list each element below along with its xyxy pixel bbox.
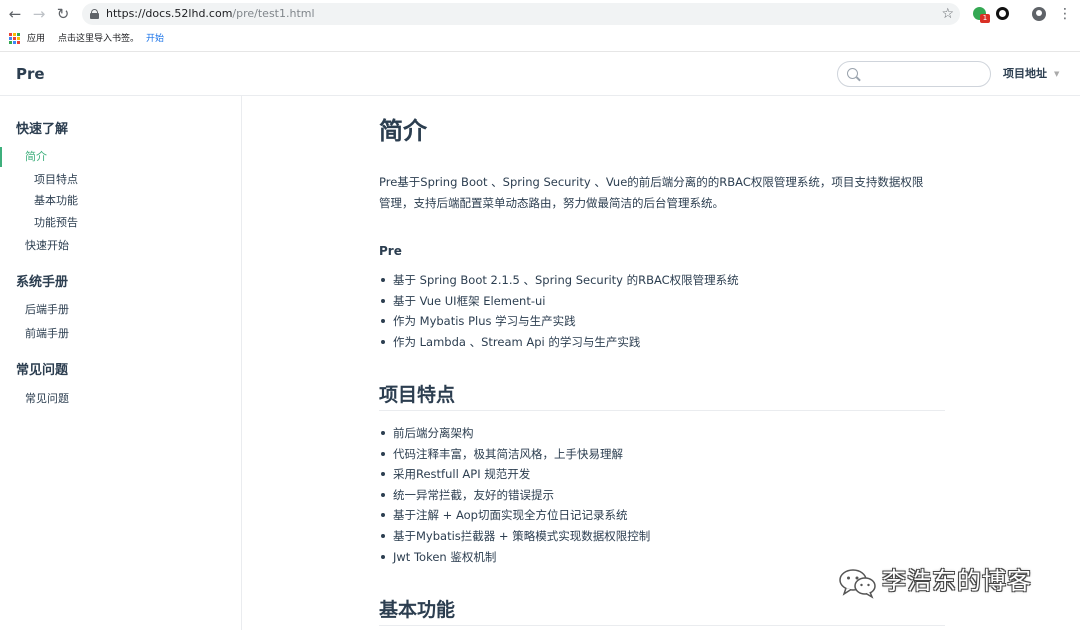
sidebar-item-getting-started[interactable]: 快速开始: [25, 238, 69, 254]
back-arrow-icon[interactable]: ←: [6, 5, 24, 23]
pre-list: 基于 Spring Boot 2.1.5 、Spring Security 的R…: [379, 270, 739, 352]
list-item: 代码注释丰富，极其简洁风格，上手快易理解: [379, 444, 650, 465]
search-icon: [847, 68, 858, 79]
browser-menu-icon[interactable]: ⋮: [1058, 5, 1072, 23]
apps-dot: [9, 33, 12, 36]
heading-divider: [379, 625, 945, 626]
list-item: Jwt Token 鉴权机制: [379, 547, 650, 568]
apps-dot: [17, 41, 20, 44]
ring-extension-icon[interactable]: [996, 7, 1009, 20]
browser-toolbar: ← → ↻ https://docs.52lhd.com/pre/test1.h…: [0, 0, 1080, 28]
heading-divider: [379, 410, 945, 411]
url-text[interactable]: https://docs.52lhd.com/pre/test1.html: [106, 6, 315, 22]
list-item: 统一异常拦截，友好的错误提示: [379, 485, 650, 506]
apps-dot: [13, 37, 16, 40]
sidebar-item-faq[interactable]: 常见问题: [25, 391, 69, 407]
sidebar-group-faq[interactable]: 常见问题: [16, 362, 68, 380]
watermark-text: 李浩东的博客: [882, 567, 1032, 595]
features-list: 前后端分离架构 代码注释丰富，极其简洁风格，上手快易理解 采用Restfull …: [379, 423, 650, 567]
list-item: 前后端分离架构: [379, 423, 650, 444]
sidebar-item-intro[interactable]: 简介: [25, 149, 47, 165]
url-path: /pre/test1.html: [232, 7, 315, 20]
sidebar-item-backend-manual[interactable]: 后端手册: [25, 302, 69, 318]
sidebar-item-features[interactable]: 项目特点: [34, 172, 78, 188]
apps-dot: [9, 41, 12, 44]
sidebar-group-manual[interactable]: 系统手册: [16, 274, 68, 292]
forward-arrow-icon[interactable]: →: [30, 5, 48, 23]
section-heading-features: 项目特点: [379, 384, 456, 406]
section-heading-basic-functions: 基本功能: [379, 599, 456, 621]
apps-grid-icon[interactable]: [9, 33, 20, 44]
sidebar-item-basic-functions[interactable]: 基本功能: [34, 193, 78, 209]
list-item: 基于 Spring Boot 2.1.5 、Spring Security 的R…: [379, 270, 739, 291]
sidebar-group-quick-start[interactable]: 快速了解: [16, 121, 68, 139]
list-item: 基于Mybatis拦截器 + 策略模式实现数据权限控制: [379, 526, 650, 547]
extension-badge: 1: [980, 14, 990, 23]
sidebar-item-preview[interactable]: 功能预告: [34, 215, 78, 231]
main-content: 简介 Pre基于Spring Boot 、Spring Security 、Vu…: [243, 96, 1080, 630]
bookmark-import-hint: 点击这里导入书签。: [58, 34, 140, 44]
active-indicator: [0, 147, 2, 167]
intro-line: 管理，支持后端配置菜单动态路由，努力做最简洁的后台管理系统。: [379, 196, 724, 210]
list-item: 作为 Lambda 、Stream Api 的学习与生产实践: [379, 332, 739, 353]
list-item: 基于注解 + Aop切面实现全方位日记记录系统: [379, 505, 650, 526]
intro-line: Pre基于Spring Boot 、Spring Security 、Vue的前…: [379, 175, 924, 189]
bookmark-star-icon[interactable]: ☆: [941, 5, 954, 23]
sidebar: 快速了解 简介 项目特点 基本功能 功能预告 快速开始 系统手册 后端手册 前端…: [0, 96, 242, 630]
site-logo[interactable]: Pre: [16, 64, 45, 84]
intro-paragraph: Pre基于Spring Boot 、Spring Security 、Vue的前…: [379, 172, 949, 214]
wechat-icon: [839, 569, 876, 599]
apps-dot: [9, 37, 12, 40]
chevron-down-icon: ▼: [1054, 70, 1060, 78]
site-header: Pre 项目地址 ▼: [0, 52, 1080, 96]
list-item: 作为 Mybatis Plus 学习与生产实践: [379, 311, 739, 332]
list-item: 基于 Vue UI框架 Element-ui: [379, 291, 739, 312]
apps-dot: [17, 33, 20, 36]
sidebar-item-frontend-manual[interactable]: 前端手册: [25, 326, 69, 342]
pre-heading: Pre: [379, 244, 402, 258]
address-bar[interactable]: https://docs.52lhd.com/pre/test1.html ☆: [82, 3, 960, 25]
apps-dot: [13, 33, 16, 36]
bookmarks-bar: 应用 点击这里导入书签。 开始: [0, 28, 1080, 50]
project-address-link[interactable]: 项目地址: [1003, 66, 1047, 82]
lock-icon: [90, 9, 99, 19]
list-item: 采用Restfull API 规范开发: [379, 464, 650, 485]
page-title: 简介: [379, 117, 427, 145]
apps-dot: [13, 41, 16, 44]
bookmark-apps[interactable]: 应用: [27, 32, 45, 46]
browser-chrome: ← → ↻ https://docs.52lhd.com/pre/test1.h…: [0, 0, 1080, 52]
bookmark-start-link[interactable]: 开始: [146, 32, 164, 46]
search-input[interactable]: [864, 65, 984, 83]
profile-avatar-icon[interactable]: [1032, 7, 1046, 21]
apps-dot: [17, 37, 20, 40]
search-box[interactable]: [837, 61, 991, 87]
url-host: https://docs.52lhd.com: [106, 7, 233, 20]
reload-icon[interactable]: ↻: [54, 5, 72, 23]
